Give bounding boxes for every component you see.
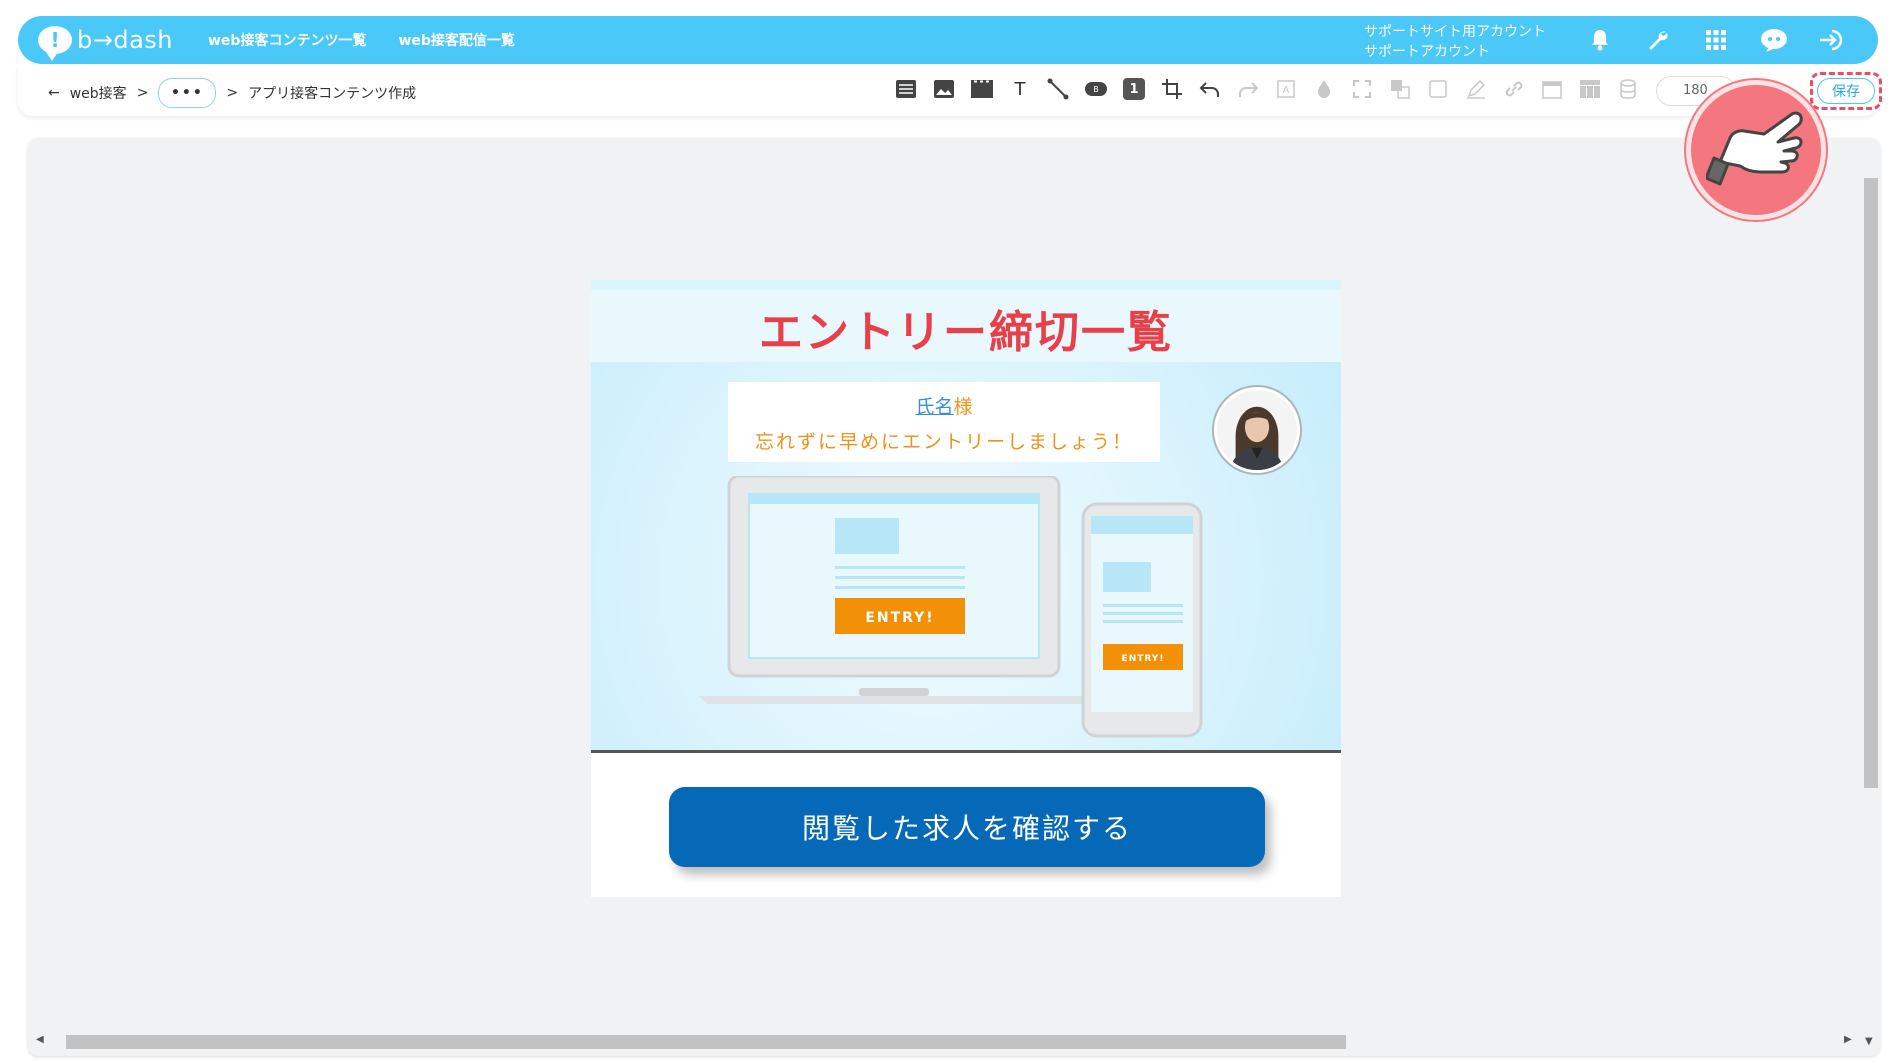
text-frame-icon[interactable]: A bbox=[1273, 76, 1299, 102]
logo-mark: ! bbox=[50, 28, 60, 52]
breadcrumb-current: アプリ接客コンテンツ作成 bbox=[248, 86, 417, 102]
image-icon[interactable] bbox=[931, 76, 957, 102]
save-highlight: 保存 bbox=[1810, 72, 1882, 110]
scroll-left-arrow-icon[interactable]: ◀ bbox=[36, 1034, 44, 1045]
hero-image[interactable]: 氏名様 忘れずに早めにエントリーしましょう！ ENTRY! ENTRY! bbox=[591, 362, 1341, 752]
horizontal-scrollbar[interactable]: ◀ ▶ bbox=[36, 1034, 1858, 1050]
save-button[interactable]: 保存 bbox=[1817, 78, 1875, 104]
layer-order-icon[interactable] bbox=[1387, 76, 1413, 102]
laptop-illustration: ENTRY! bbox=[699, 476, 1099, 704]
button-element-icon[interactable]: B bbox=[1083, 76, 1109, 102]
phone-entry-label: ENTRY! bbox=[1122, 654, 1165, 664]
logo-bubble-icon: ! bbox=[38, 26, 72, 61]
title-top-strip bbox=[591, 280, 1341, 290]
message-text: 忘れずに早めにエントリーしましょう！ bbox=[754, 431, 1133, 453]
vertical-scrollbar[interactable]: ▼ bbox=[1862, 178, 1878, 1047]
database-icon[interactable] bbox=[1615, 76, 1641, 102]
logo-text: b→dash bbox=[77, 26, 173, 54]
wrench-icon[interactable] bbox=[1642, 20, 1674, 60]
crop-icon[interactable] bbox=[1159, 76, 1185, 102]
undo-icon[interactable] bbox=[1197, 76, 1223, 102]
chat-bot-icon[interactable] bbox=[1758, 20, 1790, 60]
horizontal-scroll-thumb[interactable] bbox=[66, 1035, 1346, 1049]
link-icon[interactable] bbox=[1501, 76, 1527, 102]
content-preview-card[interactable]: エントリー締切一覧 氏名様 忘れずに早めにエントリーしましょう！ ENTRY! … bbox=[591, 280, 1341, 897]
tool-icons: T B 1 A bbox=[893, 76, 1641, 102]
list-icon[interactable] bbox=[893, 76, 919, 102]
scroll-down-arrow-icon[interactable]: ▼ bbox=[1865, 1036, 1873, 1047]
bdash-logo[interactable]: ! b→dash bbox=[38, 20, 178, 61]
svg-text:B: B bbox=[1093, 85, 1099, 94]
grid-icon[interactable] bbox=[1700, 20, 1732, 60]
pointing-hand-callout bbox=[1686, 80, 1826, 220]
scroll-right-arrow-icon[interactable]: ▶ bbox=[1844, 1034, 1852, 1045]
table-icon[interactable] bbox=[1577, 76, 1603, 102]
back-arrow-icon[interactable]: ← bbox=[48, 85, 60, 101]
nav-delivery-list[interactable]: web接客配信一覧 bbox=[398, 30, 514, 50]
message-box: 氏名様 忘れずに早めにエントリーしましょう！ bbox=[728, 382, 1160, 462]
account-info[interactable]: サポートサイト用アカウント サポートアカウント bbox=[1364, 22, 1546, 62]
app-frame: ! b→dash web接客コンテンツ一覧 web接客配信一覧 サポートサイト用… bbox=[10, 8, 1882, 1058]
video-icon[interactable] bbox=[969, 76, 995, 102]
title-banner: エントリー締切一覧 bbox=[591, 280, 1341, 362]
content-title: エントリー締切一覧 bbox=[759, 307, 1173, 358]
calendar-icon[interactable] bbox=[1539, 76, 1565, 102]
color-drop-icon[interactable] bbox=[1311, 76, 1337, 102]
redo-icon[interactable] bbox=[1235, 76, 1261, 102]
border-box-icon[interactable] bbox=[1425, 76, 1451, 102]
bell-icon[interactable] bbox=[1584, 20, 1616, 60]
account-sub: サポートアカウント bbox=[1364, 44, 1490, 60]
top-header: ! b→dash web接客コンテンツ一覧 web接客配信一覧 サポートサイト用… bbox=[18, 16, 1878, 64]
editor-toolbar: ← web接客 > ••• > アプリ接客コンテンツ作成 T B 1 A 180… bbox=[18, 64, 1882, 116]
account-name: サポートサイト用アカウント bbox=[1364, 24, 1546, 40]
laptop-entry-label: ENTRY! bbox=[865, 610, 934, 626]
view-jobs-button[interactable]: 閲覧した求人を確認する bbox=[669, 787, 1265, 867]
avatar bbox=[1214, 387, 1300, 473]
pen-icon[interactable] bbox=[1463, 76, 1489, 102]
vertical-scroll-thumb[interactable] bbox=[1864, 178, 1878, 788]
name-line: 氏名様 bbox=[728, 392, 1160, 419]
pointing-hand-icon bbox=[1706, 111, 1803, 186]
text-icon[interactable]: T bbox=[1007, 76, 1033, 102]
cta-area: 閲覧した求人を確認する bbox=[591, 753, 1341, 897]
header-icons bbox=[1584, 20, 1848, 60]
phone-illustration: ENTRY! bbox=[1081, 502, 1203, 738]
layer-number-badge[interactable]: 1 bbox=[1123, 78, 1145, 100]
name-suffix: 様 bbox=[953, 396, 973, 418]
breadcrumb-web-service[interactable]: web接客 bbox=[70, 83, 127, 103]
breadcrumb: ← web接客 > ••• > アプリ接客コンテンツ作成 bbox=[48, 78, 416, 108]
fit-frame-icon[interactable] bbox=[1349, 76, 1375, 102]
top-nav: web接客コンテンツ一覧 web接客配信一覧 bbox=[208, 30, 515, 50]
line-icon[interactable] bbox=[1045, 76, 1071, 102]
name-placeholder: 氏名 bbox=[915, 396, 954, 418]
logout-icon[interactable] bbox=[1816, 20, 1848, 60]
breadcrumb-separator: > bbox=[226, 85, 239, 101]
svg-text:A: A bbox=[1283, 85, 1290, 96]
breadcrumb-more-button[interactable]: ••• bbox=[158, 78, 217, 108]
nav-content-list[interactable]: web接客コンテンツ一覧 bbox=[208, 30, 366, 50]
breadcrumb-separator: > bbox=[136, 85, 149, 101]
